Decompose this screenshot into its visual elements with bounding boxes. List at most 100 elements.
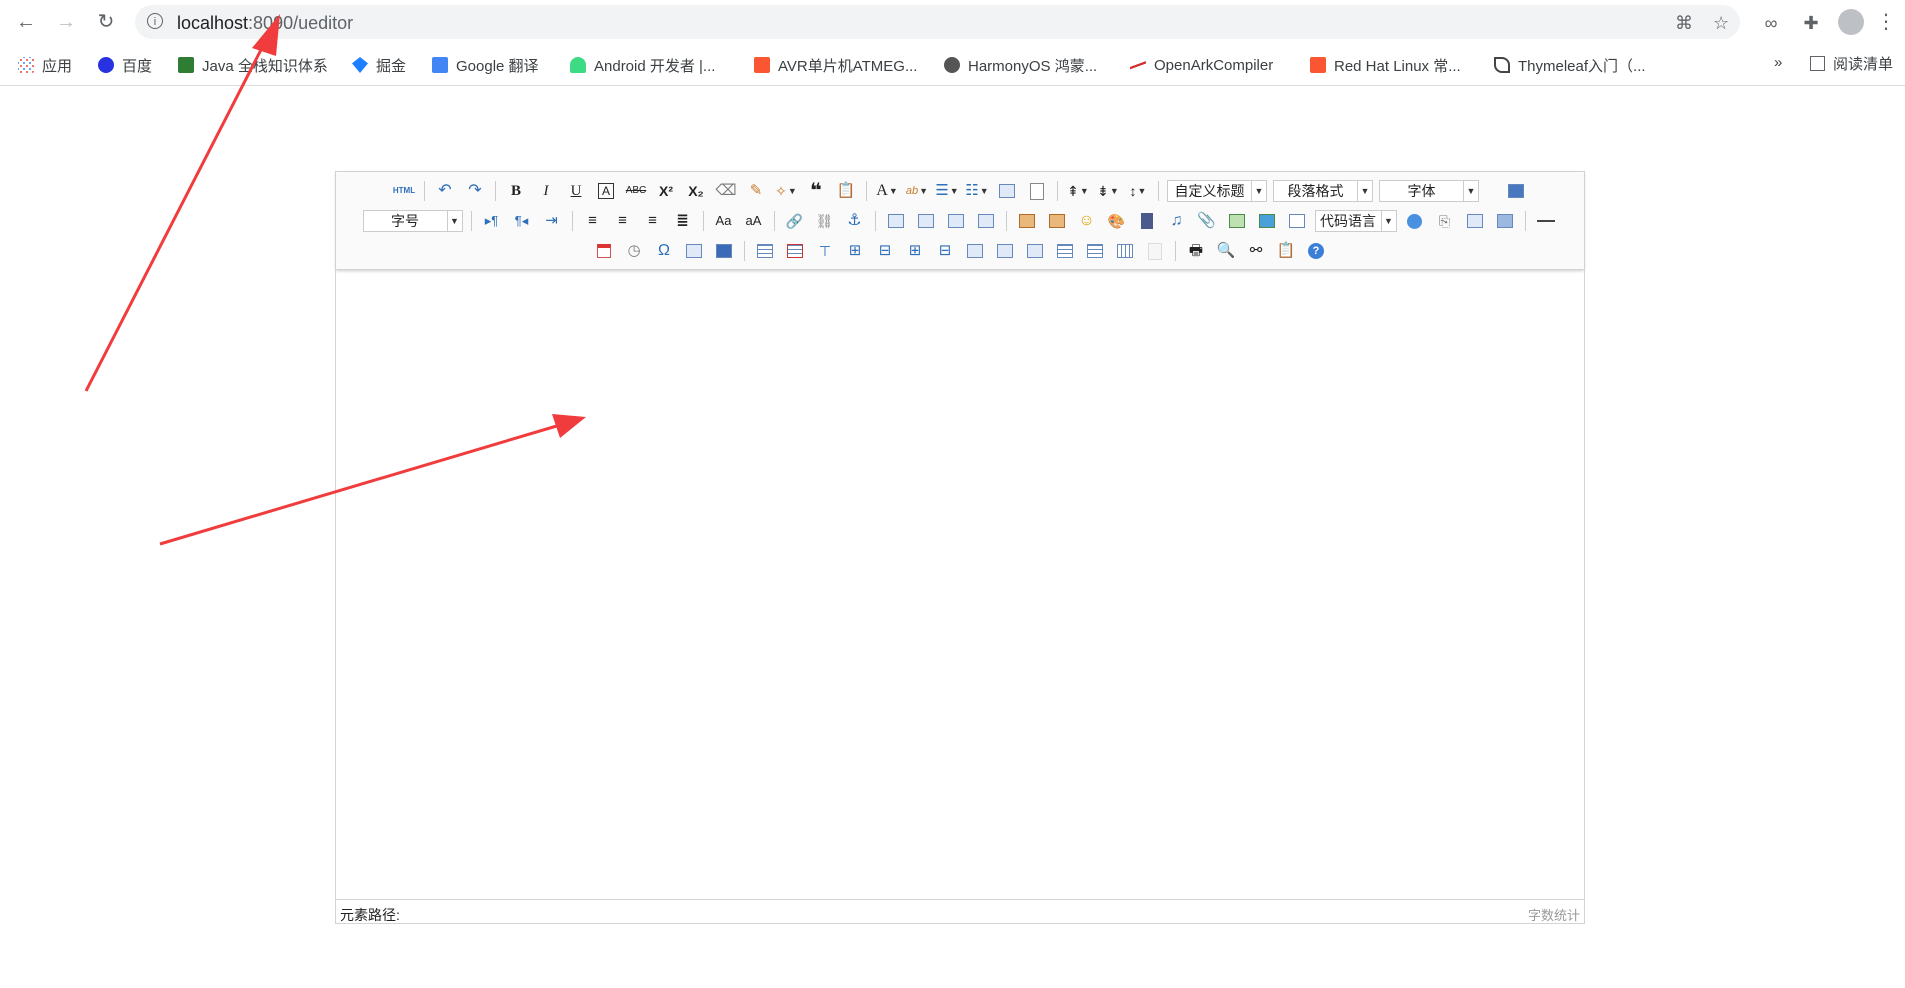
merge-right-button[interactable] <box>993 240 1017 262</box>
superscript-button[interactable]: X² <box>654 180 678 202</box>
editor-content-area[interactable] <box>336 270 1584 898</box>
italic-button[interactable]: I <box>534 180 558 202</box>
insert-video-button[interactable] <box>1135 210 1159 232</box>
charts-button[interactable] <box>1143 240 1167 262</box>
justify-right-button[interactable]: ≡ <box>641 210 665 232</box>
fullscreen-button[interactable] <box>1504 180 1528 202</box>
redo-button[interactable]: ↷ <box>463 180 487 202</box>
help-button[interactable]: ? <box>1304 240 1328 262</box>
delete-table-button[interactable] <box>783 240 807 262</box>
insert-row-button[interactable]: ⊞ <box>843 240 867 262</box>
paragraph-format-select[interactable]: 段落格式 ▼ <box>1273 180 1373 202</box>
forward-button[interactable]: → <box>52 8 80 36</box>
touppercase-button[interactable]: Aa <box>712 210 736 232</box>
address-bar[interactable]: i localhost:8090/ueditor ⌘ ☆ <box>135 5 1740 39</box>
profile-avatar[interactable] <box>1838 9 1864 35</box>
undo-button[interactable]: ↶ <box>433 180 457 202</box>
ordered-list-button[interactable]: ☰ ▼ <box>935 180 959 202</box>
line-height-button[interactable]: ↕ ▼ <box>1126 180 1150 202</box>
tolowercase-button[interactable]: aA <box>742 210 766 232</box>
reading-list-button[interactable]: 阅读清单 <box>1810 53 1893 74</box>
bookmark-openark[interactable]: OpenArkCompiler <box>1130 53 1273 77</box>
drafts-button[interactable]: 📋 <box>1274 240 1298 262</box>
direction-ltr-button[interactable]: ▸¶ <box>480 210 504 232</box>
insert-paragraph-before-table-button[interactable]: ⊤ <box>813 240 837 262</box>
background-color-button[interactable]: ab ▼ <box>905 180 929 202</box>
simple-upload-button[interactable] <box>1015 210 1039 232</box>
image-center-button[interactable] <box>974 210 998 232</box>
bookmark-harmonyos[interactable]: HarmonyOS 鸿蒙... <box>944 53 1097 77</box>
justify-center-button[interactable]: ≡ <box>611 210 635 232</box>
site-info-icon[interactable]: i <box>147 13 163 29</box>
delete-col-button[interactable]: ⊟ <box>933 240 957 262</box>
direction-rtl-button[interactable]: ¶◂ <box>510 210 534 232</box>
paste-plain-button[interactable]: 📋 <box>834 180 858 202</box>
split-to-cells-button[interactable] <box>1053 240 1077 262</box>
extensions-puzzle-icon[interactable]: ✚ <box>1798 10 1824 36</box>
bookmark-java[interactable]: Java 全栈知识体系 <box>178 53 328 77</box>
emotion-button[interactable]: ☺ <box>1075 210 1099 232</box>
bookmark-juejin[interactable]: 掘金 <box>352 53 406 77</box>
row-spacing-top-button[interactable]: ⇞ ▼ <box>1066 180 1090 202</box>
image-left-button[interactable] <box>914 210 938 232</box>
bookmark-star-icon[interactable]: ☆ <box>1713 13 1729 34</box>
unordered-list-button[interactable]: ☷ ▼ <box>965 180 989 202</box>
insert-col-button[interactable]: ⊞ <box>903 240 927 262</box>
font-size-select[interactable]: 字号 ▼ <box>362 210 463 232</box>
background-button[interactable] <box>1493 210 1517 232</box>
indent-button[interactable]: ⇥ <box>540 210 564 232</box>
wordimage-button[interactable] <box>712 240 736 262</box>
remove-format-button[interactable]: ⌫ <box>714 180 738 202</box>
bookmark-apps[interactable]: 应用 <box>18 53 72 77</box>
bookmark-android[interactable]: Android 开发者 |... <box>570 53 715 77</box>
insert-image-button[interactable] <box>1045 210 1069 232</box>
split-to-rows-button[interactable] <box>1083 240 1107 262</box>
strikethrough-button[interactable]: ABC <box>624 180 648 202</box>
bookmark-baidu[interactable]: 百度 <box>98 53 152 77</box>
map-button[interactable] <box>1225 210 1249 232</box>
browser-menu-icon[interactable]: ⋮ <box>1876 8 1896 36</box>
gmap-button[interactable] <box>1255 210 1279 232</box>
select-all-button[interactable] <box>995 180 1019 202</box>
url-text[interactable]: localhost:8090/ueditor <box>177 13 353 34</box>
unlink-button[interactable]: ⛓ <box>813 210 837 232</box>
underline-button[interactable]: U <box>564 180 588 202</box>
merge-down-button[interactable] <box>1023 240 1047 262</box>
attachment-button[interactable]: 📎 <box>1195 210 1219 232</box>
bookmarks-overflow-button[interactable]: » <box>1774 54 1782 71</box>
anchor-button[interactable]: ⚓ <box>843 210 867 232</box>
extension-link-icon[interactable]: ∞ <box>1758 10 1784 36</box>
reload-button[interactable]: ↻ <box>92 8 120 36</box>
blockquote-button[interactable]: ❝ <box>804 180 828 202</box>
format-match-button[interactable]: ✎ <box>744 180 768 202</box>
bookmark-redhat[interactable]: Red Hat Linux 常... <box>1310 53 1461 77</box>
bookmark-google-translate[interactable]: Google 翻译 <box>432 53 539 77</box>
delete-row-button[interactable]: ⊟ <box>873 240 897 262</box>
image-none-button[interactable] <box>884 210 908 232</box>
source-html-button[interactable]: HTML <box>392 180 416 202</box>
row-spacing-bottom-button[interactable]: ⇟ ▼ <box>1096 180 1120 202</box>
word-count[interactable]: 字数统计 <box>1528 905 1580 924</box>
justify-left-button[interactable]: ≡ <box>581 210 605 232</box>
pagebreak-button[interactable]: ⎘ <box>1433 210 1457 232</box>
font-color-button[interactable]: A ▼ <box>875 180 899 202</box>
horizontal-rule-button[interactable] <box>1534 210 1558 232</box>
justify-full-button[interactable]: ≣ <box>671 210 695 232</box>
link-button[interactable]: 🔗 <box>783 210 807 232</box>
music-button[interactable]: ♫ <box>1165 210 1189 232</box>
template-button[interactable] <box>1463 210 1487 232</box>
webapp-button[interactable] <box>1403 210 1427 232</box>
font-border-button[interactable]: A <box>594 180 618 202</box>
clear-doc-button[interactable] <box>1025 180 1049 202</box>
time-button[interactable]: ◷ <box>622 240 646 262</box>
subscript-button[interactable]: X₂ <box>684 180 708 202</box>
font-family-select[interactable]: 字体 ▼ <box>1379 180 1479 202</box>
split-to-cols-button[interactable] <box>1113 240 1137 262</box>
code-language-select[interactable]: 代码语言 ▼ <box>1314 210 1397 232</box>
special-chars-button[interactable]: Ω <box>652 240 676 262</box>
bookmark-avr[interactable]: AVR单片机ATMEG... <box>754 53 917 77</box>
bold-button[interactable]: B <box>504 180 528 202</box>
print-button[interactable]: 🖶 <box>1184 240 1208 262</box>
insert-frame-button[interactable] <box>1285 210 1309 232</box>
back-button[interactable]: ← <box>12 8 40 36</box>
